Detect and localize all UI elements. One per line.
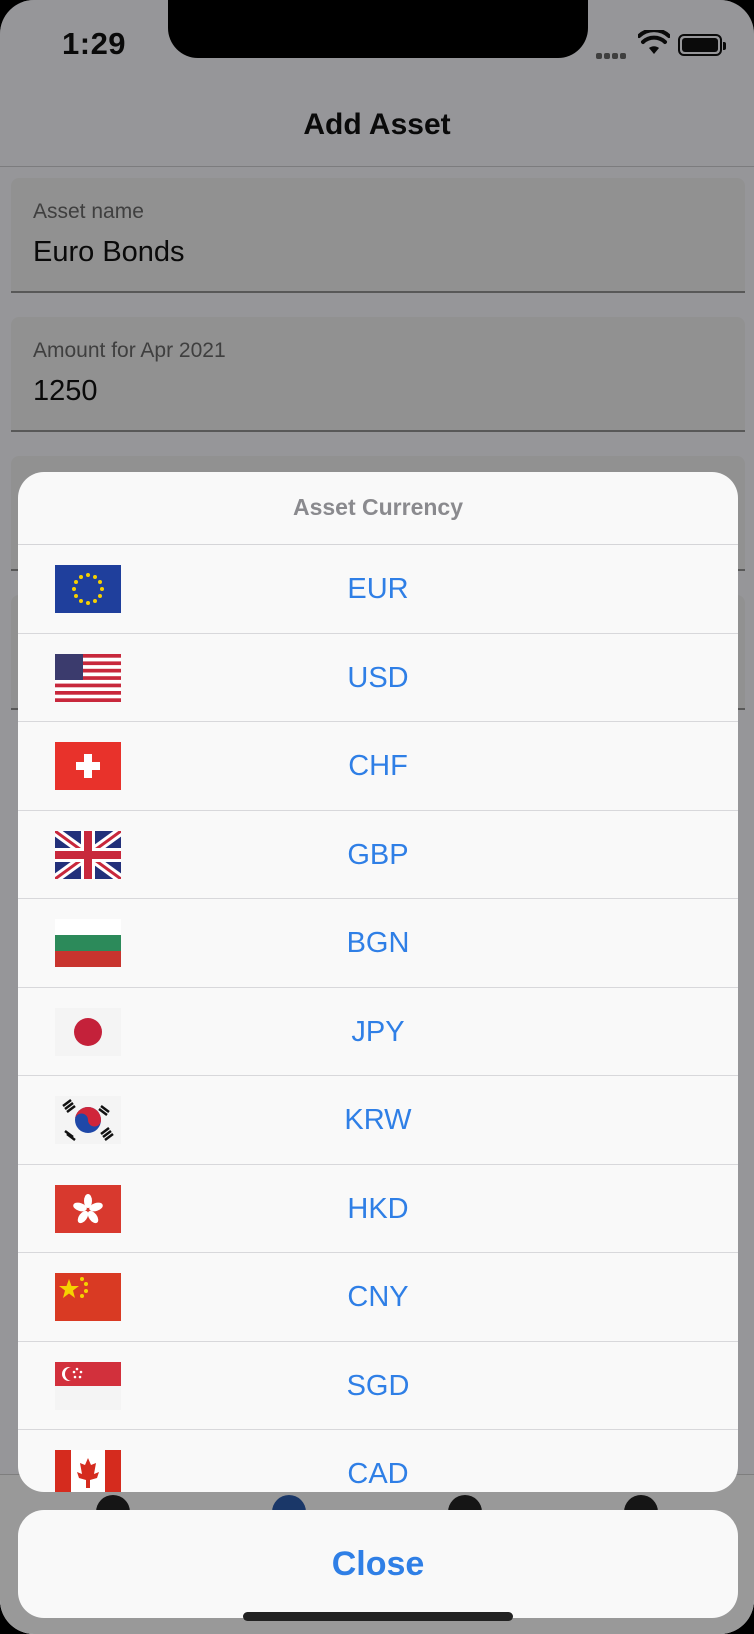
currency-option-cny[interactable]: CNY	[18, 1253, 738, 1342]
currency-code: CNY	[347, 1281, 409, 1313]
currency-action-sheet: Asset Currency EUR USD CHF GBP BGN JPY K…	[18, 472, 738, 1492]
close-button[interactable]: Close	[18, 1510, 738, 1618]
currency-code: EUR	[347, 573, 409, 605]
currency-option-cad[interactable]: CAD	[18, 1430, 738, 1492]
home-indicator	[243, 1612, 513, 1621]
currency-option-jpy[interactable]: JPY	[18, 988, 738, 1076]
app-screen: 1:29 Add Asset Asset name Euro Bonds Amo…	[0, 0, 754, 1634]
currency-option-eur[interactable]: EUR	[18, 545, 738, 634]
currency-option-chf[interactable]: CHF	[18, 722, 738, 811]
currency-code: HKD	[347, 1192, 409, 1225]
currency-code: BGN	[346, 927, 410, 959]
currency-code: GBP	[347, 838, 409, 871]
currency-code: CAD	[347, 1458, 409, 1490]
currency-option-bgn[interactable]: BGN	[18, 899, 738, 988]
action-sheet-title: Asset Currency	[18, 472, 738, 545]
currency-code: KRW	[344, 1104, 412, 1136]
currency-code: SGD	[346, 1369, 410, 1402]
currency-code: USD	[347, 661, 409, 694]
currency-option-hkd[interactable]: HKD	[18, 1165, 738, 1253]
currency-option-gbp[interactable]: GBP	[18, 811, 738, 899]
currency-code: CHF	[348, 750, 408, 782]
currency-option-usd[interactable]: USD	[18, 634, 738, 722]
currency-option-krw[interactable]: KRW	[18, 1076, 738, 1165]
currency-option-sgd[interactable]: SGD	[18, 1342, 738, 1430]
currency-code: JPY	[351, 1015, 405, 1048]
